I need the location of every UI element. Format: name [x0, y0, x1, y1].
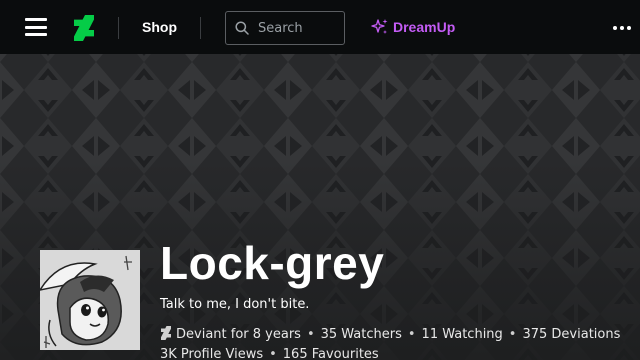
nav-divider [200, 17, 201, 39]
favourites-stat[interactable]: 165 Favourites [283, 347, 379, 360]
more-dots-icon[interactable] [613, 26, 631, 30]
profile-views-stat: 3K Profile Views [160, 347, 264, 360]
profile-stats: Deviant for 8 years • 35 Watchers • 11 Watch… [160, 325, 630, 360]
shop-link[interactable]: Shop [142, 19, 177, 35]
watchers-stat[interactable]: 35 Watchers [321, 327, 402, 342]
deviant-badge-icon [161, 326, 171, 340]
nav-divider [118, 17, 119, 39]
search-icon [235, 21, 249, 35]
deviations-stat[interactable]: 375 Deviations [522, 327, 620, 342]
dreamup-label: DreamUp [393, 19, 456, 35]
avatar-drawing [40, 250, 140, 350]
profile-username: Lock-grey [160, 237, 385, 289]
profile-tagline: Talk to me, I don't bite. [160, 297, 310, 312]
search-box[interactable] [225, 11, 345, 45]
search-input[interactable] [258, 19, 340, 37]
dreamup-button[interactable]: DreamUp [371, 18, 455, 36]
top-navigation-bar: Shop DreamUp [0, 0, 640, 54]
stat-separator: • [306, 327, 315, 342]
stat-separator: • [407, 327, 416, 342]
deviantart-logo-icon[interactable] [73, 15, 95, 41]
watching-stat[interactable]: 11 Watching [422, 327, 503, 342]
sparkle-icon [371, 19, 388, 34]
avatar[interactable] [40, 250, 140, 350]
deviant-for-stat: Deviant for 8 years [176, 327, 301, 342]
menu-icon[interactable] [25, 18, 47, 36]
stat-separator: • [269, 347, 277, 360]
stat-separator: • [508, 327, 517, 342]
